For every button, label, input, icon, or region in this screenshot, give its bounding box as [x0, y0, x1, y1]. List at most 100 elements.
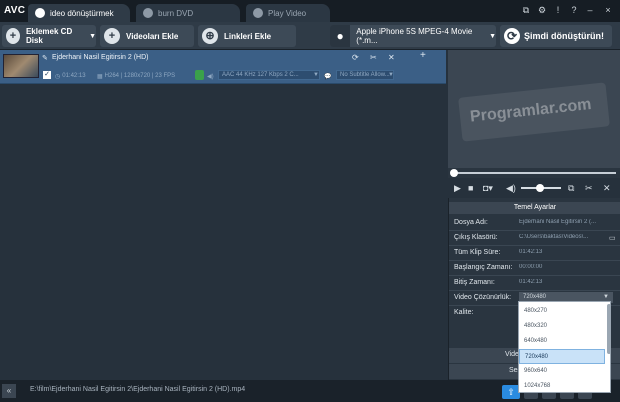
- file-checkbox[interactable]: ✓: [43, 71, 51, 79]
- edit-icon[interactable]: ✎: [42, 54, 48, 62]
- setting-label: Başlangıç Zamanı:: [454, 264, 513, 271]
- refresh-icon[interactable]: ⟳: [352, 53, 359, 62]
- speaker-icon: ◀): [207, 73, 214, 80]
- volume-icon[interactable]: ◀): [506, 183, 516, 194]
- setting-label: Çıkış Klasörü:: [454, 234, 498, 241]
- subtitle-select[interactable]: No Subtitle Allow...: [336, 70, 394, 80]
- app-window: AVC ideo dönüştürmek burn DVD Play Video…: [0, 0, 620, 402]
- chevron-down-icon: ▼: [388, 72, 394, 78]
- start-time-field[interactable]: 00:00:00: [519, 264, 609, 270]
- add-video-label: Videoları Ekle: [126, 31, 179, 41]
- video-add-icon: +: [104, 28, 120, 44]
- collapse-button[interactable]: «: [2, 384, 16, 398]
- minimize-icon[interactable]: –: [584, 4, 596, 16]
- convert-label: Şimdi dönüştürün!: [524, 31, 604, 41]
- file-path: E:\film\Ejderhani Nasil Egitirsin 2\Ejde…: [30, 386, 246, 393]
- title-bar: AVC ideo dönüştürmek burn DVD Play Video…: [0, 0, 620, 22]
- toolbar: + Eklemek CD Disk ▼ + Videoları Ekle ⊕ L…: [0, 22, 620, 50]
- crop-icon[interactable]: ✕: [603, 183, 611, 194]
- volume-handle[interactable]: [536, 184, 544, 192]
- resolution-dropdown: 480x270 480x320 640x480 720x480 960x640 …: [518, 301, 611, 393]
- add-links-label: Linkleri Ekle: [224, 31, 272, 41]
- video-settings-label: Vide: [505, 351, 519, 358]
- add-cd-button[interactable]: + Eklemek CD Disk ▼: [2, 25, 96, 47]
- output-folder-field[interactable]: C:\Users\baktas\Videos\...: [519, 234, 603, 240]
- file-name: Ejderhani Nasil Egitirsin 2 (HD): [52, 54, 149, 61]
- crop-icon[interactable]: ✕: [388, 53, 395, 62]
- settings-row-filename: Dosya Adı: Ejderhani Nasil Egitirsin 2 (…: [449, 216, 620, 231]
- file-row[interactable]: ✎ Ejderhani Nasil Egitirsin 2 (HD) ⟳ ✂ ✕…: [0, 50, 446, 84]
- chevron-down-icon: ▼: [313, 72, 319, 78]
- subtitle-icon: 💬: [324, 73, 332, 80]
- video-icon: [35, 8, 45, 18]
- seek-bar[interactable]: [448, 168, 620, 178]
- settings-icon[interactable]: ⚙: [536, 4, 548, 16]
- play-icon[interactable]: ▶: [454, 183, 461, 194]
- tab-label: ideo dönüştürmek: [50, 8, 114, 18]
- resolution-value: 720x480: [523, 294, 547, 300]
- resolution-option[interactable]: 960x640: [519, 364, 605, 379]
- folder-icon[interactable]: ▭: [609, 234, 616, 242]
- add-icon[interactable]: +: [420, 50, 426, 61]
- tab-burn-dvd[interactable]: burn DVD: [136, 4, 240, 22]
- stop-icon[interactable]: ■: [468, 183, 473, 193]
- resolution-option-selected[interactable]: 720x480: [519, 349, 605, 364]
- subtitle-text: No Subtitle Allow...: [340, 72, 390, 78]
- refresh-icon: ⟳: [504, 28, 520, 44]
- duration-info: ◷ 01:42:13: [55, 71, 86, 81]
- watermark-text: Programlar.com: [469, 96, 593, 126]
- setting-label: Bitiş Zamanı:: [454, 279, 495, 286]
- video-thumbnail: [3, 54, 39, 78]
- seek-track: [454, 172, 616, 174]
- convert-now-button[interactable]: ⟳ Şimdi dönüştürün!: [500, 25, 612, 47]
- phone-icon: [195, 70, 204, 80]
- snapshot-icon[interactable]: ◘▾: [483, 183, 493, 194]
- setting-label: Dosya Adı:: [454, 219, 488, 226]
- settings-row-duration: Tüm Klip Süre: 01:42:13: [449, 246, 620, 261]
- settings-row-output-folder: Çıkış Klasörü: C:\Users\baktas\Videos\..…: [449, 231, 620, 246]
- seek-handle[interactable]: [450, 169, 458, 177]
- settings-row-end: Bitiş Zamanı: 01:42:13: [449, 276, 620, 291]
- dropdown-scrollbar[interactable]: [607, 304, 611, 354]
- cut-icon[interactable]: ✂: [370, 53, 377, 62]
- video-preview: Programlar.com: [448, 50, 620, 168]
- apple-icon: ●: [330, 25, 351, 47]
- profile-label: Apple iPhone 5S MPEG-4 Movie (*.m...: [356, 27, 473, 45]
- add-video-button[interactable]: + Videoları Ekle: [100, 25, 194, 47]
- tab-label: Play Video: [268, 8, 307, 18]
- end-time-field[interactable]: 01:42:13: [519, 279, 609, 285]
- video-info: ▦ H264 | 1280x720 | 23 FPS: [97, 71, 175, 81]
- tab-convert-video[interactable]: ideo dönüştürmek: [28, 4, 130, 22]
- help-icon[interactable]: ?: [568, 4, 580, 16]
- window-mode-icon[interactable]: ⧉: [520, 4, 532, 16]
- resolution-option[interactable]: 1024x768: [519, 379, 605, 394]
- clock-icon: ◷: [55, 73, 61, 80]
- close-icon[interactable]: ×: [602, 4, 614, 16]
- duration-text: 01:42:13: [62, 73, 86, 79]
- chevron-down-icon: ▼: [89, 32, 96, 40]
- cd-add-icon: +: [6, 28, 20, 44]
- setting-label: Video Çözünürlük:: [454, 294, 512, 301]
- setting-label: Tüm Klip Süre:: [454, 249, 501, 256]
- audio-track-select[interactable]: AAC 44 KHz 127 Kbps 2 C...: [218, 70, 320, 80]
- file-list: ✎ Ejderhani Nasil Egitirsin 2 (HD) ⟳ ✂ ✕…: [0, 50, 446, 380]
- resolution-option[interactable]: 480x320: [519, 319, 605, 334]
- settings-header: Temel Ayarlar: [449, 202, 620, 214]
- filename-field[interactable]: Ejderhani Nasil Egitirsin 2 (...: [519, 219, 609, 225]
- app-logo: AVC: [4, 5, 26, 16]
- resolution-option[interactable]: 640x480: [519, 334, 605, 349]
- resolution-option[interactable]: 480x270: [519, 304, 605, 319]
- player-controls: ▶ ■ ◘▾ ◀) ⧉ ✂ ✕: [448, 178, 620, 198]
- cut-icon[interactable]: ✂: [585, 183, 593, 194]
- settings-row-start: Başlangıç Zamanı: 00:00:00: [449, 261, 620, 276]
- info-icon[interactable]: !: [552, 4, 564, 16]
- play-icon: [253, 8, 263, 18]
- tab-label: burn DVD: [158, 8, 194, 18]
- add-links-button[interactable]: ⊕ Linkleri Ekle: [198, 25, 296, 47]
- tab-play-video[interactable]: Play Video: [246, 4, 330, 22]
- output-profile-select[interactable]: ● Apple iPhone 5S MPEG-4 Movie (*.m... ▼: [330, 25, 496, 47]
- video-info-text: H264 | 1280x720 | 23 FPS: [104, 73, 176, 79]
- chevron-down-icon: ▼: [489, 32, 496, 40]
- window-icon[interactable]: ⧉: [568, 183, 574, 194]
- globe-add-icon: ⊕: [202, 28, 218, 44]
